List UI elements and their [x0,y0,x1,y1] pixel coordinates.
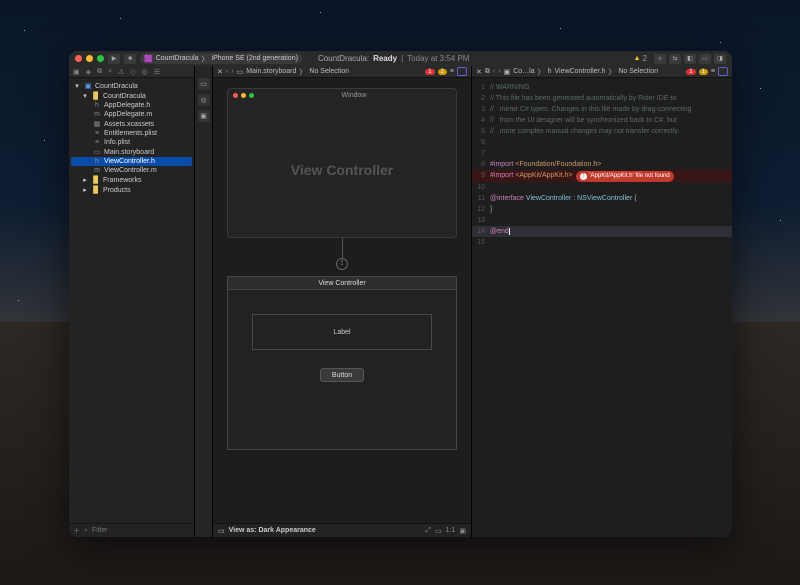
ib-crumb: No Selection [309,68,349,75]
scheme-selector[interactable]: 🟪 CountDracula 〉 iPhone SE (2nd generati… [140,53,302,64]
test-nav-icon[interactable]: ◇ [130,68,135,76]
tree-file[interactable]: ≡Entitlements.plist [71,129,192,138]
storyboard-icon: ▭ [237,68,244,76]
ui-button[interactable]: Button [320,368,364,382]
canvas-footer: ▭ View as: Dark Appearance ⤢ ▭ 1:1 ▣ [213,523,471,537]
code-review-button[interactable]: ⇆ [669,54,681,64]
view-as-label[interactable]: View as: Dark Appearance [229,527,316,534]
traffic-lights [75,55,104,62]
tree-group[interactable]: ▾▉CountDracula [71,91,192,101]
file-icon: h [548,68,552,75]
code-crumb-file: ViewController.h [555,68,606,75]
code-jump-bar[interactable]: ✕ ⧉ ‹ › ▣ Co…la 〉 h ViewController.h 〉 N… [472,66,732,78]
tree-file[interactable]: ▦Assets.xcassets [71,119,192,129]
tree-products[interactable]: ▸▉Products [71,185,192,195]
symbol-nav-icon[interactable]: ⧉ [97,68,102,76]
zoom-out-icon[interactable]: ▭ [435,527,442,535]
vc-placeholder-text: View Controller [291,162,393,178]
code-crumb-sel: No Selection [618,68,658,75]
status-time: Today at 3:54 PM [407,54,469,63]
zoom-icon[interactable] [97,55,104,62]
tree-file[interactable]: hAppDelegate.h [71,101,192,110]
navigator-tabs: ▣ ◈ ⧉ ⌕ ⚠ ◇ ◎ ☰ [69,66,194,78]
xcode-window: ▶ ■ 🟪 CountDracula 〉 iPhone SE (2nd gene… [69,51,732,537]
code-warn-badge[interactable]: 1 [699,69,708,75]
segue-connector [342,238,343,258]
tree-file[interactable]: ▭Main.storyboard [71,147,192,157]
nav-back-icon[interactable]: ‹ [226,68,228,75]
close-icon[interactable] [75,55,82,62]
close-tab-icon[interactable]: ✕ [476,68,482,76]
code-error-badge[interactable]: 1 [686,69,695,75]
outline-item-icon[interactable]: ◎ [198,94,210,106]
toggle-right-panel-button[interactable]: ◨ [714,54,726,64]
error-pill[interactable]: !'AppKit/AppKit.h' file not found [576,171,673,182]
tree-file[interactable]: ≡Info.plist [71,138,192,147]
code-editor-pane: ✕ ⧉ ‹ › ▣ Co…la 〉 h ViewController.h 〉 N… [472,66,732,537]
add-editor-button[interactable] [457,67,467,76]
tree-file-selected[interactable]: hViewController.h [71,157,192,166]
nav-fwd-icon[interactable]: › [498,68,500,75]
window-scene[interactable]: Window View Controller [227,88,457,238]
titlebar: ▶ ■ 🟪 CountDracula 〉 iPhone SE (2nd gene… [69,51,732,66]
interface-builder-pane: ✕ ‹ › ▭ Main.storyboard 〉 No Selection 1… [213,66,472,537]
related-items-icon[interactable]: ⧉ [485,68,490,76]
ib-error-badge[interactable]: 1 [425,69,434,75]
project-navigator: ▣ ◈ ⧉ ⌕ ⚠ ◇ ◎ ☰ ▾▣CountDracula ▾▉CountDr… [69,66,195,537]
zoom-100-icon[interactable]: 1:1 [446,527,456,534]
nav-back-icon[interactable]: ‹ [493,68,495,75]
zoom-in-icon[interactable]: ▣ [459,527,466,535]
ib-tab-name: Main.storyboard [246,68,296,75]
ib-jump-bar[interactable]: ✕ ‹ › ▭ Main.storyboard 〉 No Selection 1… [213,66,471,78]
document-outline-strip: ▭ ◎ ▣ [195,66,213,537]
toggle-left-panel-button[interactable]: ◧ [684,54,696,64]
filter-input[interactable] [92,527,190,534]
code-tab-name: Co…la [513,68,534,75]
add-target-button[interactable]: ＋ [73,526,80,536]
ib-warn-badge[interactable]: 2 [438,69,447,75]
project-nav-icon[interactable]: ▣ [73,68,80,76]
activity-warnings[interactable]: ▲ 2 [634,54,647,64]
outline-toggle-icon[interactable]: ▭ [218,527,225,535]
tree-file[interactable]: mViewController.m [71,166,192,175]
status-prefix: CountDracula: [318,54,369,63]
debug-nav-icon[interactable]: ◎ [142,68,148,76]
stop-button[interactable]: ■ [124,54,136,64]
find-nav-icon[interactable]: ⌕ [108,68,112,76]
scene-title-bar[interactable]: View Controller [227,276,457,290]
file-tree: ▾▣CountDracula ▾▉CountDracula hAppDelega… [69,78,194,523]
library-button[interactable]: ＋ [654,54,666,64]
ib-canvas[interactable]: Window View Controller ⟟ View Controller… [213,78,471,523]
project-icon: ▣ [504,68,511,76]
outline-item-icon[interactable]: ▣ [198,110,210,122]
window-scene-title: Window [257,92,451,99]
adjust-editor-icon[interactable]: ≡ [450,68,454,75]
outline-toggle-button[interactable]: ▭ [198,78,210,90]
filter-icon: ⌕ [84,527,88,535]
zoom-fit-icon[interactable]: ⤢ [425,527,431,535]
view-controller-scene[interactable]: Label Button [227,290,457,450]
adjust-editor-icon[interactable]: ≡ [711,68,715,75]
tree-frameworks[interactable]: ▸▉Frameworks [71,175,192,185]
close-tab-icon[interactable]: ✕ [217,68,223,76]
warn-count: 2 [643,54,647,63]
tree-project-root[interactable]: ▾▣CountDracula [71,81,192,91]
run-button[interactable]: ▶ [108,54,120,64]
code-editor[interactable]: 1// WARNING 2// This file has been gener… [472,78,732,537]
add-editor-button[interactable] [718,67,728,76]
tree-file[interactable]: mAppDelegate.m [71,110,192,119]
status-text: Ready [373,54,397,63]
nav-fwd-icon[interactable]: › [231,68,233,75]
source-nav-icon[interactable]: ◈ [86,68,91,76]
issue-nav-icon[interactable]: ⚠ [118,68,124,76]
scheme-device: iPhone SE (2nd generation) [212,55,298,62]
report-nav-icon[interactable]: ☰ [154,68,160,76]
scheme-project: CountDracula [156,55,199,62]
toggle-bottom-panel-button[interactable]: ▭ [699,54,711,64]
minimize-icon[interactable] [86,55,93,62]
ui-label[interactable]: Label [252,314,432,350]
navigator-bottom-bar: ＋ ⌕ [69,523,194,537]
segue-node-icon[interactable]: ⟟ [336,258,348,270]
